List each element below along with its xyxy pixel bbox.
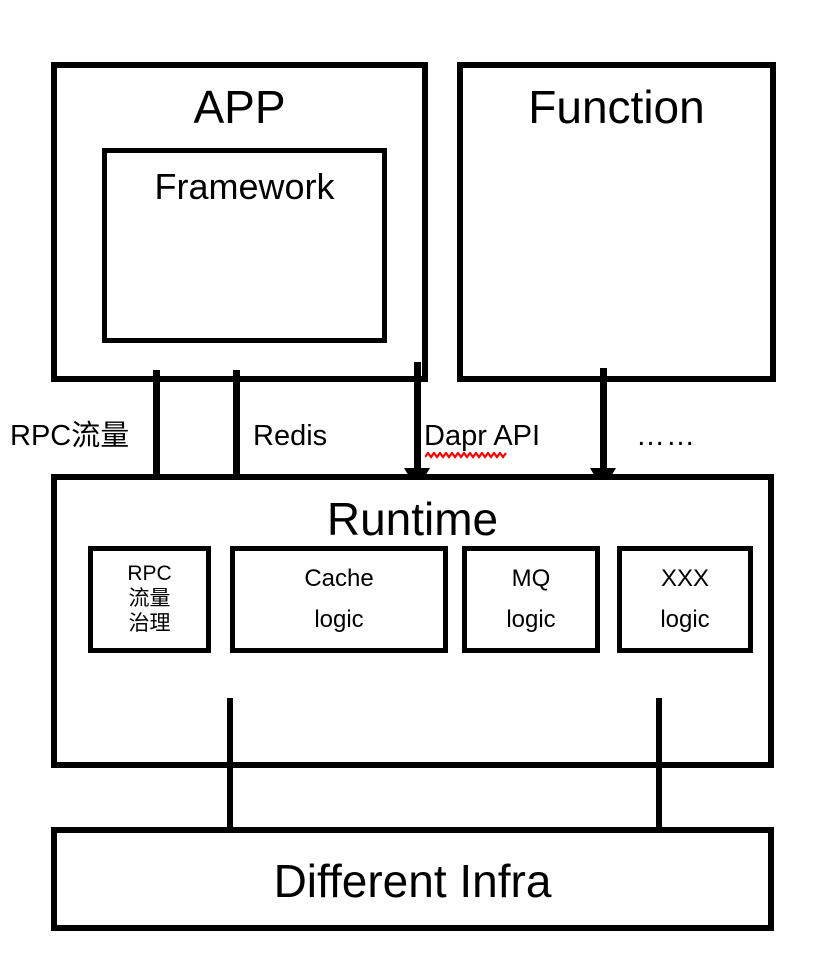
different-infra-box-title: Different Infra xyxy=(273,855,552,907)
edge-label-redis: Redis xyxy=(253,420,328,452)
runtime-component-line: 治理 xyxy=(128,611,171,635)
spellcheck-squiggle-icon xyxy=(425,452,507,459)
diagram-canvas: APP Framework Function RPC流量 Redis Dapr … xyxy=(0,0,836,964)
arrow-shaft xyxy=(227,698,233,838)
edge-label-rpc-traffic: RPC流量 xyxy=(10,420,130,452)
runtime-component-line: logic xyxy=(506,605,556,633)
function-arrow xyxy=(590,368,616,490)
runtime-component-line: 流量 xyxy=(128,587,171,611)
framework-box-title: Framework xyxy=(154,166,335,207)
runtime-component-line: RPC xyxy=(127,562,172,586)
runtime-component-line: logic xyxy=(314,605,364,633)
runtime-component-mq[interactable]: MQ logic xyxy=(462,546,600,653)
runtime-component-rpc[interactable]: RPC 流量 治理 xyxy=(88,546,211,653)
app-box-title: APP xyxy=(193,81,286,133)
arrow-shaft xyxy=(413,362,421,468)
runtime-box-title: Runtime xyxy=(326,493,499,545)
runtime-component-line: Cache xyxy=(304,565,374,593)
runtime-component-line: logic xyxy=(660,605,710,633)
edge-label-dapr-api: Dapr API xyxy=(424,420,541,452)
runtime-component-line: MQ xyxy=(511,565,551,593)
edge-label-ellipsis: …… xyxy=(636,420,696,452)
runtime-component-xxx[interactable]: XXX logic xyxy=(617,546,753,653)
runtime-component-cache[interactable]: Cache logic xyxy=(230,546,448,653)
arrow-shaft xyxy=(152,370,160,483)
arrow-shaft xyxy=(232,370,240,483)
arrow-shaft xyxy=(599,368,607,468)
arrow-shaft xyxy=(656,698,662,838)
function-box-title: Function xyxy=(528,81,705,133)
runtime-component-line: XXX xyxy=(660,565,710,593)
